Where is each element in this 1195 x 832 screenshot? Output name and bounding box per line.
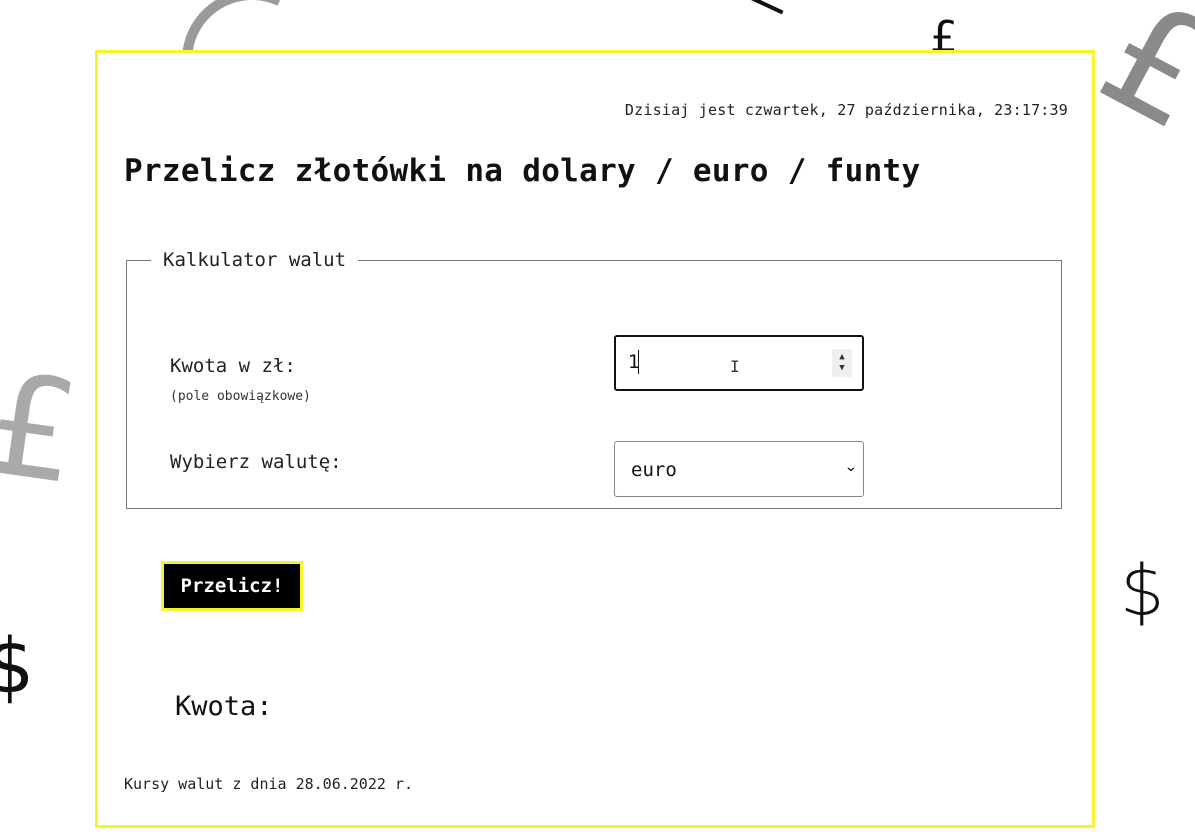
number-spinner[interactable]: ▲ ▼ [832,349,852,377]
bg-pound-symbol-top-right: £ [1074,0,1195,165]
bg-pound-symbol-left: £ [0,342,89,517]
currency-selected-value: euro [631,459,677,481]
spinner-down-icon[interactable]: ▼ [839,363,844,374]
amount-required-note: (pole obowiązkowe) [170,389,311,404]
bg-dollar-symbol-right: $ [1120,550,1165,632]
converter-card: Dzisiaj jest czwartek, 27 października, … [95,50,1095,828]
spinner-up-icon[interactable]: ▲ [839,352,844,363]
result-label: Kwota: [175,691,273,722]
convert-button[interactable]: Przelicz! [161,561,303,611]
calculator-legend: Kalkulator walut [163,249,347,271]
bg-dollar-symbol-left: $ [0,621,35,710]
current-datetime: Dzisiaj jest czwartek, 27 października, … [624,101,1068,119]
bg-line-shape-top [736,0,784,15]
text-cursor-icon: I [730,357,740,376]
currency-label: Wybierz walutę: [170,451,342,473]
amount-input[interactable]: 1 I ▲ ▼ [614,335,864,391]
chevron-down-icon: ⌄ [844,459,859,475]
amount-label: Kwota w zł: [170,355,296,377]
text-caret [638,350,639,374]
page-title: Przelicz złotówki na dolary / euro / fun… [124,153,921,189]
currency-select[interactable]: euro ⌄ [614,441,864,497]
exchange-rates-date: Kursy walut z dnia 28.06.2022 r. [124,775,413,793]
currency-calculator-fieldset: Kalkulator walut Kwota w zł: (pole obowi… [126,249,1062,509]
